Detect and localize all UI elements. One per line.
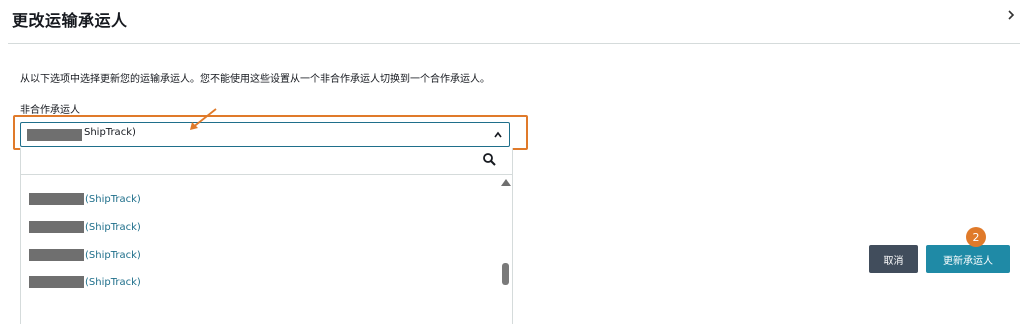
step-number-badge: 2 bbox=[966, 227, 986, 247]
carrier-select[interactable]: ShipTrack) bbox=[20, 122, 510, 147]
carrier-dropdown-list[interactable]: (ShipTrack) (ShipTrack) (ShipTrack) (Shi… bbox=[20, 148, 513, 324]
dialog-title: 更改运输承运人 bbox=[12, 11, 128, 30]
header-divider bbox=[8, 43, 1020, 44]
selected-carrier-value: ShipTrack) bbox=[84, 127, 136, 138]
list-item[interactable]: (ShipTrack) bbox=[29, 221, 141, 235]
redacted-block bbox=[29, 221, 84, 233]
cancel-button[interactable]: 取消 bbox=[869, 245, 918, 273]
dropdown-search[interactable] bbox=[21, 148, 512, 175]
description-text: 从以下选项中选择更新您的运输承运人。您不能使用这些设置从一个非合作承运人切换到一… bbox=[20, 74, 490, 85]
redacted-block bbox=[27, 129, 82, 141]
search-icon[interactable] bbox=[482, 152, 496, 166]
callout-arrow-icon bbox=[190, 108, 217, 130]
scrollbar-thumb[interactable] bbox=[502, 263, 509, 285]
redacted-block bbox=[29, 276, 84, 288]
list-item[interactable]: (ShipTrack) bbox=[29, 249, 141, 263]
carrier-field-label: 非合作承运人 bbox=[20, 105, 80, 116]
redacted-block bbox=[29, 249, 84, 261]
redacted-block bbox=[29, 193, 84, 205]
chevron-right-icon[interactable] bbox=[1004, 8, 1018, 22]
dialog-header: 更改运输承运人 bbox=[0, 0, 1024, 44]
list-item[interactable]: (ShipTrack) bbox=[29, 276, 141, 290]
scroll-up-arrow-icon[interactable] bbox=[501, 179, 511, 186]
update-carrier-button[interactable]: 更新承运人 bbox=[926, 245, 1010, 273]
dropdown-scrollbar[interactable] bbox=[498, 174, 512, 324]
caret-up-icon[interactable] bbox=[493, 130, 503, 140]
list-item[interactable]: (ShipTrack) bbox=[29, 193, 141, 207]
